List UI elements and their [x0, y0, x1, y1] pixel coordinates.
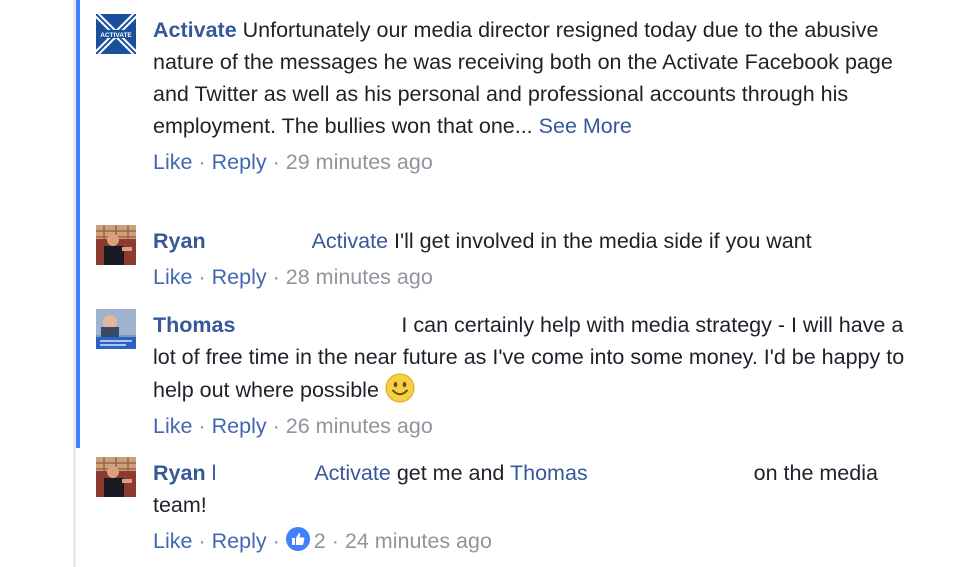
comment-body: Activate Unfortunately our media directo…: [153, 14, 923, 178]
redacted-surname: [216, 457, 315, 487]
comment-message: I'll get involved in the media side if y…: [394, 229, 812, 253]
avatar-logo-text: ACTIVATE: [100, 32, 132, 39]
comment-body: Thomas I can certainly help with media s…: [153, 309, 923, 442]
separator-dot: ·: [272, 529, 280, 553]
timestamp[interactable]: 26 minutes ago: [286, 414, 433, 438]
redacted-surname: [235, 309, 396, 339]
see-more-link[interactable]: See More: [539, 114, 632, 138]
comment-text: Thomas I can certainly help with media s…: [153, 309, 923, 406]
separator-dot: ·: [272, 150, 280, 174]
reply-button[interactable]: Reply: [212, 150, 267, 174]
like-button[interactable]: Like: [153, 529, 192, 553]
mention-link[interactable]: Activate: [312, 229, 388, 253]
mention-link[interactable]: Activate: [314, 461, 390, 485]
separator-dot: ·: [198, 529, 206, 553]
reply-button[interactable]: Reply: [212, 414, 267, 438]
timestamp[interactable]: 29 minutes ago: [286, 150, 433, 174]
separator-dot: ·: [331, 529, 339, 553]
like-button[interactable]: Like: [153, 265, 192, 289]
comment-text: Activate Unfortunately our media directo…: [153, 14, 923, 142]
comment-actions: Like · Reply · 26 minutes ago: [153, 410, 923, 442]
like-button[interactable]: Like: [153, 150, 192, 174]
avatar[interactable]: [96, 309, 136, 349]
mention-link[interactable]: Thomas: [510, 461, 588, 485]
thread-highlight-bar: [76, 0, 80, 448]
comment-author[interactable]: Ryan: [153, 461, 206, 485]
comment-message: get me and: [396, 461, 505, 485]
comment-text: Ryan Activate I'll get involved in the me…: [153, 225, 923, 257]
profile-photo-icon: [96, 309, 136, 349]
avatar[interactable]: [96, 457, 136, 497]
like-reaction-icon[interactable]: [285, 527, 310, 551]
separator-dot: ·: [198, 414, 206, 438]
separator-dot: ·: [198, 150, 206, 174]
smiley-emoji-icon: [385, 373, 415, 403]
timestamp[interactable]: 24 minutes ago: [345, 529, 492, 553]
like-button[interactable]: Like: [153, 414, 192, 438]
comment-message: Unfortunately our media director resigne…: [153, 18, 893, 138]
comment-author[interactable]: Ryan: [153, 229, 206, 253]
avatar[interactable]: [96, 225, 136, 265]
comment-actions: Like · Reply · 2 · 24 minutes ago: [153, 525, 923, 557]
comment-body: Ryan l Activate get me and Thomas on the …: [153, 457, 923, 557]
comment-body: Ryan Activate I'll get involved in the me…: [153, 225, 923, 293]
activate-logo-icon: ACTIVATE: [96, 14, 136, 54]
comment-actions: Like · Reply · 29 minutes ago: [153, 146, 923, 178]
separator-dot: ·: [272, 414, 280, 438]
comment-actions: Like · Reply · 28 minutes ago: [153, 261, 923, 293]
separator-dot: ·: [272, 265, 280, 289]
profile-photo-icon: [96, 225, 136, 265]
reply-button[interactable]: Reply: [212, 265, 267, 289]
reply-button[interactable]: Reply: [212, 529, 267, 553]
redacted-surname: [587, 457, 748, 487]
timestamp[interactable]: 28 minutes ago: [286, 265, 433, 289]
redacted-surname: [205, 225, 312, 255]
reaction-count[interactable]: 2: [314, 529, 326, 553]
comment-author[interactable]: Activate: [153, 18, 237, 42]
comment-author[interactable]: Thomas: [153, 313, 235, 337]
profile-photo-icon: [96, 457, 136, 497]
comment-text: Ryan l Activate get me and Thomas on the …: [153, 457, 923, 521]
avatar[interactable]: ACTIVATE: [96, 14, 136, 54]
separator-dot: ·: [198, 265, 206, 289]
